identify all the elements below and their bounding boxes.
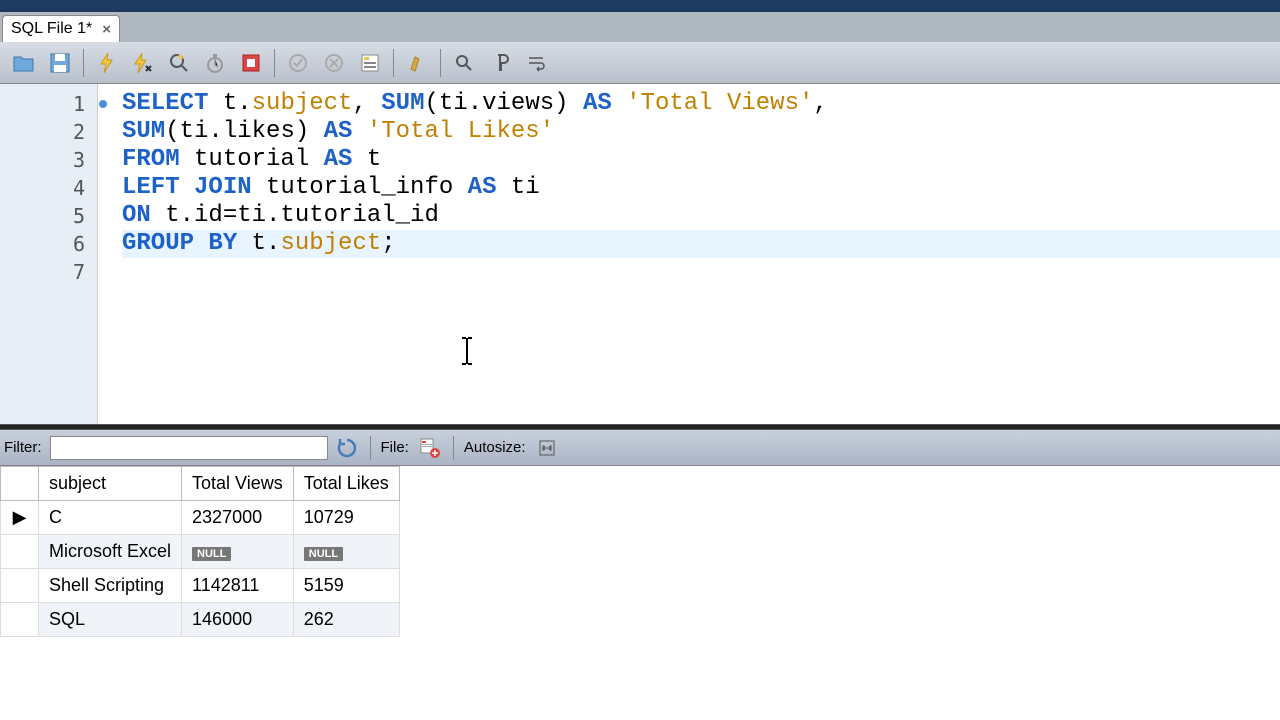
code-line[interactable]: [122, 258, 1280, 286]
line-number: 7: [0, 258, 97, 286]
column-header[interactable]: Total Views: [182, 467, 294, 501]
grid-cell[interactable]: 10729: [293, 501, 399, 535]
rollback-icon[interactable]: [318, 47, 350, 79]
grid-cell[interactable]: NULL: [293, 535, 399, 569]
grid-cell[interactable]: 262: [293, 603, 399, 637]
file-label: File:: [381, 439, 409, 456]
open-file-icon[interactable]: [8, 47, 40, 79]
grid-cell[interactable]: 146000: [182, 603, 294, 637]
line-number: 6: [0, 230, 97, 258]
find-icon[interactable]: [448, 47, 480, 79]
close-icon[interactable]: ×: [102, 21, 111, 38]
null-badge: NULL: [192, 547, 231, 561]
tab-title: SQL File 1*: [11, 20, 92, 38]
autosize-label: Autosize:: [464, 439, 526, 456]
tab-sql-file[interactable]: SQL File 1* ×: [2, 15, 120, 42]
code-line[interactable]: SELECT t.subject, SUM(ti.views) AS 'Tota…: [122, 90, 1280, 118]
beautify-icon[interactable]: [401, 47, 433, 79]
invisible-chars-icon[interactable]: [484, 47, 516, 79]
code-line[interactable]: GROUP BY t.subject;: [122, 230, 1280, 258]
column-header[interactable]: Total Likes: [293, 467, 399, 501]
stopwatch-icon[interactable]: [199, 47, 231, 79]
row-indicator[interactable]: [1, 569, 39, 603]
results-grid[interactable]: subjectTotal ViewsTotal Likes ▶C23270001…: [0, 466, 1280, 637]
table-row[interactable]: SQL146000262: [1, 603, 400, 637]
grid-cell[interactable]: 2327000: [182, 501, 294, 535]
grid-corner: [1, 467, 39, 501]
grid-cell[interactable]: Microsoft Excel: [39, 535, 182, 569]
row-indicator[interactable]: [1, 535, 39, 569]
grid-cell[interactable]: 5159: [293, 569, 399, 603]
wrap-icon[interactable]: [520, 47, 552, 79]
null-badge: NULL: [304, 547, 343, 561]
column-header[interactable]: subject: [39, 467, 182, 501]
code-line[interactable]: SUM(ti.likes) AS 'Total Likes': [122, 118, 1280, 146]
refresh-icon[interactable]: [334, 435, 360, 461]
editor-toolbar: [0, 42, 1280, 84]
filter-input[interactable]: [50, 436, 328, 460]
execute-current-icon[interactable]: [127, 47, 159, 79]
text-cursor-icon: [460, 336, 474, 374]
commit-icon[interactable]: [282, 47, 314, 79]
explain-icon[interactable]: [163, 47, 195, 79]
grid-cell[interactable]: NULL: [182, 535, 294, 569]
row-indicator[interactable]: ▶: [1, 501, 39, 535]
line-number: 5: [0, 202, 97, 230]
tab-bar: SQL File 1* ×: [0, 12, 1280, 42]
line-number: 3: [0, 146, 97, 174]
grid-cell[interactable]: C: [39, 501, 182, 535]
code-line[interactable]: FROM tutorial AS t: [122, 146, 1280, 174]
table-row[interactable]: Shell Scripting11428115159: [1, 569, 400, 603]
form-editor-icon[interactable]: [354, 47, 386, 79]
line-number: 4: [0, 174, 97, 202]
code-line[interactable]: ON t.id=ti.tutorial_id: [122, 202, 1280, 230]
grid-cell[interactable]: 1142811: [182, 569, 294, 603]
results-toolbar: Filter: File: Autosize:: [0, 430, 1280, 466]
grid-cell[interactable]: SQL: [39, 603, 182, 637]
code-line[interactable]: LEFT JOIN tutorial_info AS ti: [122, 174, 1280, 202]
save-icon[interactable]: [44, 47, 76, 79]
line-number: 1: [0, 90, 97, 118]
grid-cell[interactable]: Shell Scripting: [39, 569, 182, 603]
table-row[interactable]: ▶C232700010729: [1, 501, 400, 535]
line-number-gutter: 1234567: [0, 84, 98, 424]
autosize-icon[interactable]: [534, 435, 560, 461]
filter-label: Filter:: [4, 439, 42, 456]
row-indicator[interactable]: [1, 603, 39, 637]
table-row[interactable]: Microsoft Excel NULL NULL: [1, 535, 400, 569]
export-icon[interactable]: [417, 435, 443, 461]
code-content[interactable]: SELECT t.subject, SUM(ti.views) AS 'Tota…: [98, 84, 1280, 424]
line-number: 2: [0, 118, 97, 146]
execute-icon[interactable]: [91, 47, 123, 79]
sql-editor[interactable]: 1234567 SELECT t.subject, SUM(ti.views) …: [0, 84, 1280, 424]
stop-icon[interactable]: [235, 47, 267, 79]
window-title-bar: [0, 0, 1280, 12]
